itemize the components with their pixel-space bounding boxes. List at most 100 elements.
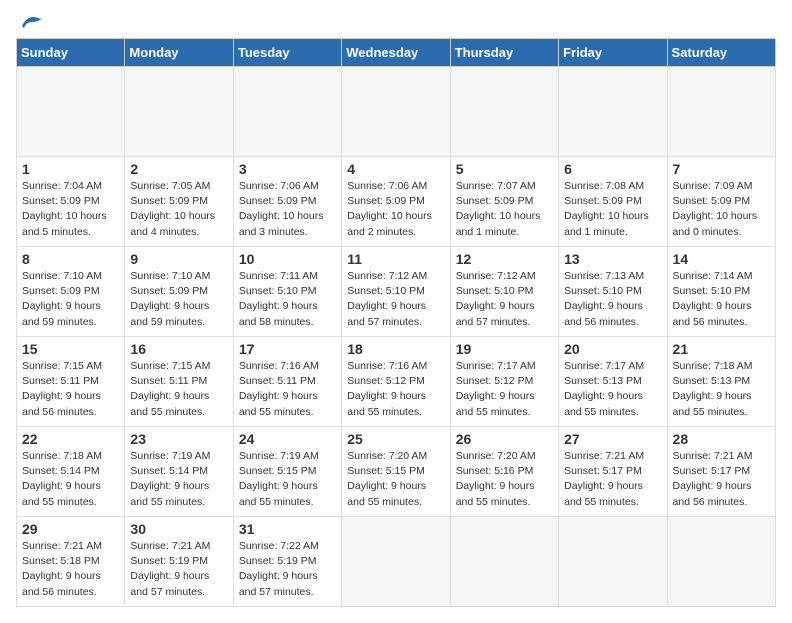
calendar-cell: 2Sunrise: 7:05 AMSunset: 5:09 PMDaylight…: [125, 157, 233, 247]
sunrise-text: Sunrise: 7:07 AM: [456, 180, 536, 192]
day-number: 12: [456, 251, 553, 267]
day-number: 28: [673, 431, 770, 447]
calendar-cell: [559, 517, 667, 607]
day-of-week-header: Saturday: [667, 39, 775, 67]
calendar-cell: 22Sunrise: 7:18 AMSunset: 5:14 PMDayligh…: [17, 427, 125, 517]
daylight-text: Daylight: 10 hours and 4 minutes.: [130, 210, 215, 237]
day-number: 22: [22, 431, 119, 447]
daylight-text: Daylight: 9 hours and 55 minutes.: [564, 480, 643, 507]
sunset-text: Sunset: 5:17 PM: [564, 465, 642, 477]
sunrise-text: Sunrise: 7:14 AM: [673, 270, 753, 282]
page-header: [16, 16, 776, 28]
sunrise-text: Sunrise: 7:20 AM: [456, 450, 536, 462]
calendar-cell: 17Sunrise: 7:16 AMSunset: 5:11 PMDayligh…: [233, 337, 341, 427]
calendar-week-row: 22 Sunrise: 7:18 AM Sunset: 5:14 PM Dayligh…: [17, 427, 776, 517]
day-number: 9: [130, 251, 227, 267]
daylight-text: Daylight: 9 hours and 55 minutes.: [22, 480, 101, 507]
day-number: 15: [22, 341, 119, 357]
day-number: 27: [564, 431, 661, 447]
sunset-text: Sunset: 5:10 PM: [564, 285, 642, 297]
daylight-text: Daylight: 9 hours and 55 minutes.: [130, 390, 209, 417]
calendar-cell: 15Sunrise: 7:15 AMSunset: 5:11 PMDayligh…: [17, 337, 125, 427]
calendar-cell: 5Sunrise: 7:07 AMSunset: 5:09 PMDaylight…: [450, 157, 558, 247]
calendar-cell: 16Sunrise: 7:15 AMSunset: 5:11 PMDayligh…: [125, 337, 233, 427]
day-number: 29: [22, 521, 119, 537]
sunset-text: Sunset: 5:09 PM: [564, 195, 642, 207]
daylight-text: Daylight: 9 hours and 58 minutes.: [239, 300, 318, 327]
sunrise-text: Sunrise: 7:06 AM: [239, 180, 319, 192]
day-of-week-header: Friday: [559, 39, 667, 67]
sunset-text: Sunset: 5:14 PM: [130, 465, 208, 477]
daylight-text: Daylight: 9 hours and 57 minutes.: [456, 300, 535, 327]
calendar-cell: [667, 517, 775, 607]
daylight-text: Daylight: 9 hours and 55 minutes.: [347, 480, 426, 507]
sunrise-text: Sunrise: 7:05 AM: [130, 180, 210, 192]
calendar-cell: [342, 67, 450, 157]
sunrise-text: Sunrise: 7:16 AM: [239, 360, 319, 372]
daylight-text: Daylight: 9 hours and 55 minutes.: [239, 390, 318, 417]
calendar-cell: 31Sunrise: 7:22 AMSunset: 5:19 PMDayligh…: [233, 517, 341, 607]
daylight-text: Daylight: 9 hours and 55 minutes.: [456, 480, 535, 507]
sunset-text: Sunset: 5:09 PM: [22, 285, 100, 297]
calendar-cell: [233, 67, 341, 157]
sunrise-text: Sunrise: 7:08 AM: [564, 180, 644, 192]
sunrise-text: Sunrise: 7:20 AM: [347, 450, 427, 462]
sunrise-text: Sunrise: 7:21 AM: [673, 450, 753, 462]
sunrise-text: Sunrise: 7:15 AM: [130, 360, 210, 372]
calendar-cell: 20Sunrise: 7:17 AMSunset: 5:13 PMDayligh…: [559, 337, 667, 427]
daylight-text: Daylight: 9 hours and 55 minutes.: [347, 390, 426, 417]
sunset-text: Sunset: 5:19 PM: [130, 555, 208, 567]
daylight-text: Daylight: 9 hours and 56 minutes.: [22, 390, 101, 417]
day-of-week-header: Sunday: [17, 39, 125, 67]
daylight-text: Daylight: 9 hours and 56 minutes.: [673, 300, 752, 327]
daylight-text: Daylight: 10 hours and 3 minutes.: [239, 210, 324, 237]
day-number: 4: [347, 161, 444, 177]
day-number: 10: [239, 251, 336, 267]
calendar-cell: 4Sunrise: 7:06 AMSunset: 5:09 PMDaylight…: [342, 157, 450, 247]
sunrise-text: Sunrise: 7:22 AM: [239, 540, 319, 552]
sunrise-text: Sunrise: 7:18 AM: [22, 450, 102, 462]
sunrise-text: Sunrise: 7:17 AM: [564, 360, 644, 372]
calendar-cell: 28Sunrise: 7:21 AMSunset: 5:17 PMDayligh…: [667, 427, 775, 517]
calendar-cell: 21Sunrise: 7:18 AMSunset: 5:13 PMDayligh…: [667, 337, 775, 427]
daylight-text: Daylight: 9 hours and 55 minutes.: [130, 480, 209, 507]
calendar-cell: [342, 517, 450, 607]
sunrise-text: Sunrise: 7:12 AM: [347, 270, 427, 282]
daylight-text: Daylight: 9 hours and 55 minutes.: [239, 480, 318, 507]
day-of-week-header: Tuesday: [233, 39, 341, 67]
daylight-text: Daylight: 9 hours and 57 minutes.: [130, 570, 209, 597]
sunrise-text: Sunrise: 7:06 AM: [347, 180, 427, 192]
calendar-week-row: 1Sunrise: 7:04 AMSunset: 5:09 PMDaylight…: [17, 157, 776, 247]
sunrise-text: Sunrise: 7:21 AM: [564, 450, 644, 462]
calendar-cell: 19Sunrise: 7:17 AMSunset: 5:12 PMDayligh…: [450, 337, 558, 427]
day-number: 23: [130, 431, 227, 447]
calendar-cell: [667, 67, 775, 157]
day-number: 21: [673, 341, 770, 357]
sunset-text: Sunset: 5:16 PM: [456, 465, 534, 477]
calendar-cell: 3Sunrise: 7:06 AMSunset: 5:09 PMDaylight…: [233, 157, 341, 247]
sunset-text: Sunset: 5:13 PM: [564, 375, 642, 387]
sunset-text: Sunset: 5:11 PM: [130, 375, 207, 387]
sunrise-text: Sunrise: 7:13 AM: [564, 270, 644, 282]
day-of-week-header: Monday: [125, 39, 233, 67]
sunset-text: Sunset: 5:09 PM: [130, 285, 208, 297]
sunrise-text: Sunrise: 7:19 AM: [130, 450, 210, 462]
day-number: 19: [456, 341, 553, 357]
daylight-text: Daylight: 9 hours and 55 minutes.: [564, 390, 643, 417]
calendar-cell: 25Sunrise: 7:20 AMSunset: 5:15 PMDayligh…: [342, 427, 450, 517]
sunrise-text: Sunrise: 7:09 AM: [673, 180, 753, 192]
calendar-cell: [17, 67, 125, 157]
logo-bird-icon: [18, 12, 46, 32]
sunrise-text: Sunrise: 7:15 AM: [22, 360, 102, 372]
day-number: 8: [22, 251, 119, 267]
sunset-text: Sunset: 5:15 PM: [239, 465, 317, 477]
day-number: 25: [347, 431, 444, 447]
sunset-text: Sunset: 5:10 PM: [673, 285, 751, 297]
sunset-text: Sunset: 5:10 PM: [456, 285, 534, 297]
daylight-text: Daylight: 10 hours and 1 minute.: [456, 210, 541, 237]
calendar-cell: 29Sunrise: 7:21 AMSunset: 5:18 PMDayligh…: [17, 517, 125, 607]
day-number: 17: [239, 341, 336, 357]
sunrise-text: Sunrise: 7:16 AM: [347, 360, 427, 372]
daylight-text: Daylight: 9 hours and 57 minutes.: [239, 570, 318, 597]
calendar-cell: 10Sunrise: 7:11 AMSunset: 5:10 PMDayligh…: [233, 247, 341, 337]
